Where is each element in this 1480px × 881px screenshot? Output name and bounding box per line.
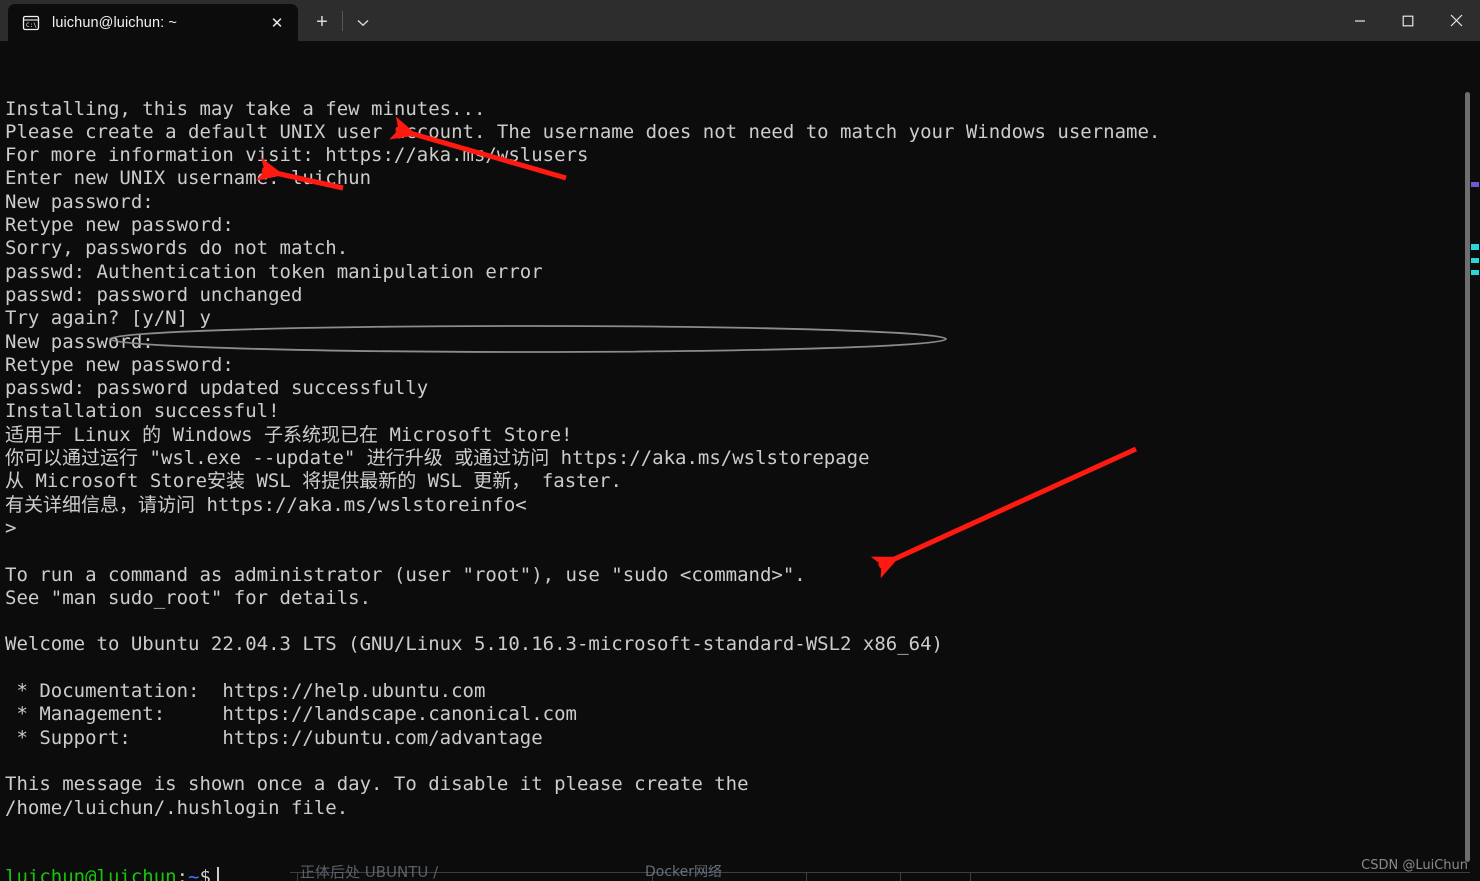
terminal-pane[interactable]: Installing, this may take a few minutes.… [0,41,1480,881]
terminal-line: 从 Microsoft Store安装 WSL 将提供最新的 WSL 更新， f… [5,470,622,493]
maximize-icon[interactable] [1384,0,1432,41]
terminal-line: This message is shown once a day. To dis… [5,773,749,796]
terminal-output: Installing, this may take a few minutes.… [5,51,1160,881]
close-icon[interactable] [1432,0,1480,41]
background-window-bleed: 正体后处 UBUNTU / Docker网络 [0,865,1480,881]
terminal-line: * Support: https://ubuntu.com/advantage [5,726,543,749]
terminal-line: For more information visit: https://aka.… [5,144,589,167]
tab-luichun[interactable]: C:\ luichun@luichun: ~ ✕ [8,4,298,41]
terminal-line: /home/luichun/.hushlogin file. [5,796,349,819]
csdn-watermark: CSDN @LuiChun [1361,858,1468,873]
terminal-line: 你可以通过运行 "wsl.exe --update" 进行升级 或通过访问 ht… [5,447,870,470]
bleed-text-ubuntu: 正体后处 UBUNTU / [300,865,439,881]
terminal-line: Sorry, passwords do not match. [5,237,349,260]
window-controls [1336,0,1480,41]
terminal-line: Enter new UNIX username: luichun [5,167,372,190]
terminal-line: * Documentation: https://help.ubuntu.com [5,680,486,703]
terminal-line: Retype new password: [5,214,234,237]
terminal-line: Welcome to Ubuntu 22.04.3 LTS (GNU/Linux… [5,633,943,656]
new-tab-button[interactable]: + [304,4,340,41]
tab-close-icon[interactable]: ✕ [262,9,292,37]
terminal-line: passwd: Authentication token manipulatio… [5,260,543,283]
terminal-line: 有关详细信息，请访问 https://aka.ms/wslstoreinfo< [5,493,527,516]
terminal-line: Please create a default UNIX user accoun… [5,120,1161,143]
tab-strip: C:\ luichun@luichun: ~ ✕ + [0,0,381,41]
chevron-down-icon[interactable] [345,4,381,41]
bleed-text-docker: Docker网络 [645,865,723,880]
terminal-line: Installation successful! [5,400,280,423]
terminal-line: 适用于 Linux 的 Windows 子系统现已在 Microsoft Sto… [5,423,573,446]
terminal-line: New password: [5,330,154,353]
terminal-line: * Management: https://landscape.canonica… [5,703,577,726]
terminal-line: passwd: password updated successfully [5,377,429,400]
terminal-line: Try again? [y/N] y [5,307,211,330]
cmd-prompt-icon: C:\ [22,14,40,32]
terminal-window: C:\ luichun@luichun: ~ ✕ + Installing, t… [0,0,1480,881]
terminal-line: New password: [5,190,154,213]
terminal-line: Retype new password: [5,353,234,376]
terminal-line: > [5,516,17,539]
terminal-line: See "man sudo_root" for details. [5,586,372,609]
bleed-table-line [290,872,1480,873]
tab-title: luichun@luichun: ~ [52,14,177,31]
terminal-line: passwd: password unchanged [5,283,303,306]
minimize-icon[interactable] [1336,0,1384,41]
tab-divider [342,10,343,31]
title-bar: C:\ luichun@luichun: ~ ✕ + [0,0,1480,41]
terminal-line: To run a command as administrator (user … [5,563,806,586]
terminal-line: Installing, this may take a few minutes.… [5,97,486,120]
svg-text:C:\: C:\ [26,22,37,29]
